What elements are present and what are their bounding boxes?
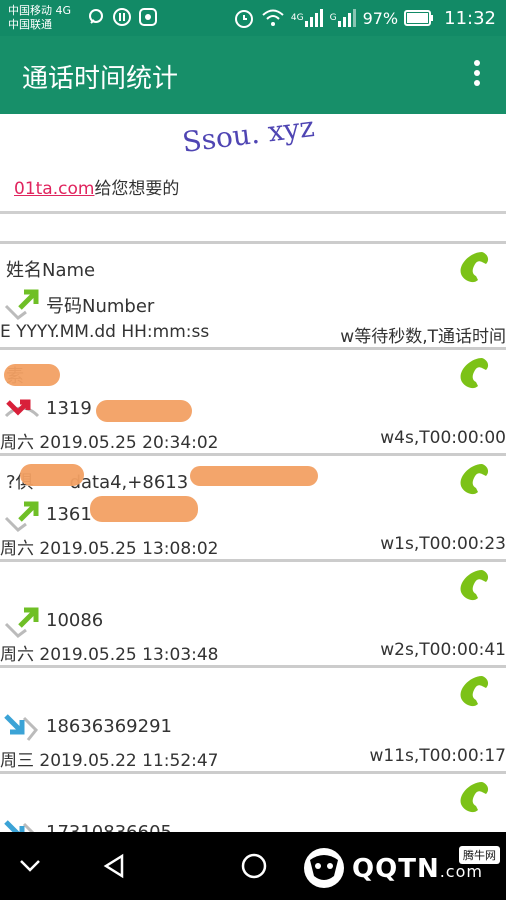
header-number: 号码Number xyxy=(46,296,155,317)
ad-slogan: 给您想要的 xyxy=(94,179,180,199)
app-bar: 通话时间统计 xyxy=(0,36,506,114)
call-log-item[interactable]: 18636369291 周三 2019.05.22 11:52:47 w11s,… xyxy=(0,668,506,774)
redaction-mark xyxy=(4,364,60,386)
header-name: 姓名Name xyxy=(6,260,96,281)
battery-percent: 97% xyxy=(362,8,399,28)
call-duration: w2s,T00:00:41 xyxy=(380,640,506,660)
call-date: 周六 2019.05.25 13:08:02 xyxy=(0,539,219,559)
redaction-mark xyxy=(96,400,192,422)
call-duration: w11s,T00:00:17 xyxy=(369,746,506,766)
logo-suffix: .com xyxy=(439,862,483,881)
signal-icon xyxy=(304,9,323,27)
outgoing-call-icon xyxy=(4,289,39,320)
call-log-item[interactable]: 10086 周六 2019.05.25 13:03:48 w2s,T00:00:… xyxy=(0,562,506,668)
call-button-icon[interactable] xyxy=(452,354,492,394)
missed-call-icon xyxy=(4,399,40,418)
network-2-label: G xyxy=(329,13,337,23)
call-log-item[interactable]: ?俱 data4,+8613 1361 周六 2019.05.25 13:08:0… xyxy=(0,456,506,562)
app-icon xyxy=(139,8,157,26)
call-button-icon[interactable] xyxy=(452,672,492,712)
signal-icon xyxy=(337,9,356,27)
ad-banner[interactable]: Ssou. xyz 01ta.com给您想要的 xyxy=(0,110,506,214)
redaction-mark xyxy=(190,466,318,486)
alarm-icon xyxy=(234,10,253,28)
home-button[interactable] xyxy=(230,832,278,900)
redaction-mark xyxy=(90,496,198,522)
redaction-mark xyxy=(20,464,84,486)
bull-logo-icon xyxy=(304,848,344,888)
ad-text: 01ta.com给您想要的 xyxy=(14,174,179,199)
call-duration: w1s,T00:00:23 xyxy=(380,534,506,554)
chevron-down-icon xyxy=(20,860,40,872)
network-1-label: 4G xyxy=(290,13,304,23)
wifi-icon xyxy=(262,9,284,26)
battery-icon xyxy=(404,10,434,26)
clock: 11:32 xyxy=(444,7,496,29)
call-date: 周六 2019.05.25 20:34:02 xyxy=(0,433,219,453)
watermark-text: Ssou. xyz xyxy=(180,110,317,159)
call-button-icon[interactable] xyxy=(452,778,492,818)
page-title: 通话时间统计 xyxy=(22,64,179,94)
carrier-info: 中国移动 4G 中国联通 xyxy=(8,4,71,32)
call-button-icon[interactable] xyxy=(452,460,492,500)
hide-keyboard-button[interactable] xyxy=(8,832,52,900)
call-button-icon[interactable] xyxy=(452,566,492,606)
ad-link[interactable]: 01ta.com xyxy=(14,179,94,199)
logo-badge: 腾牛网 xyxy=(459,846,500,864)
phone-number: 1319 xyxy=(46,398,92,419)
pause-icon xyxy=(113,8,131,26)
outgoing-call-icon xyxy=(4,501,39,532)
system-icons: 4G G 97% 11:32 xyxy=(233,7,496,29)
call-log-item[interactable]: 素 1319 周六 2019.05.25 20:34:02 w4s,T00:00… xyxy=(0,350,506,456)
divider xyxy=(0,211,506,214)
back-triangle-icon xyxy=(103,853,124,879)
phone-number: 18636369291 xyxy=(46,716,172,737)
phone-number: 17310836605 xyxy=(46,822,172,832)
incoming-call-icon xyxy=(4,714,39,741)
call-log-list[interactable]: 姓名Name 号码Number E YYYY.MM.dd HH:mm:ss w等… xyxy=(0,241,506,832)
call-log-item[interactable]: 17310836605 xyxy=(0,774,506,832)
incoming-call-icon xyxy=(4,820,35,832)
call-date: 周三 2019.05.22 11:52:47 xyxy=(0,751,219,771)
contact-name-tail: data4,+8613 xyxy=(69,472,189,493)
home-circle-icon xyxy=(241,853,267,879)
carrier-2: 中国联通 xyxy=(8,18,52,31)
header-duration: w等待秒数,T通话时间 xyxy=(340,327,506,347)
call-button-icon[interactable] xyxy=(452,248,492,288)
site-logo: QQTN.com 腾牛网 xyxy=(300,846,500,894)
message-icon xyxy=(89,9,103,24)
notification-icons xyxy=(86,7,158,27)
list-header: 姓名Name 号码Number E YYYY.MM.dd HH:mm:ss w等… xyxy=(0,241,506,350)
status-bar: 中国移动 4G 中国联通 4G G 97% 11:32 xyxy=(0,0,506,36)
navigation-bar: QQTN.com 腾牛网 xyxy=(0,832,506,900)
call-date: 周六 2019.05.25 13:03:48 xyxy=(0,645,219,665)
back-button[interactable] xyxy=(92,832,136,900)
phone-number: 1361 xyxy=(46,504,92,525)
carrier-1: 中国移动 4G xyxy=(8,4,72,17)
outgoing-call-icon xyxy=(4,607,39,638)
header-date: E YYYY.MM.dd HH:mm:ss xyxy=(0,322,210,342)
call-duration: w4s,T00:00:00 xyxy=(380,428,506,448)
phone-number: 10086 xyxy=(46,610,104,631)
logo-name: QQTN xyxy=(352,854,440,884)
overflow-menu-icon[interactable] xyxy=(474,60,482,90)
